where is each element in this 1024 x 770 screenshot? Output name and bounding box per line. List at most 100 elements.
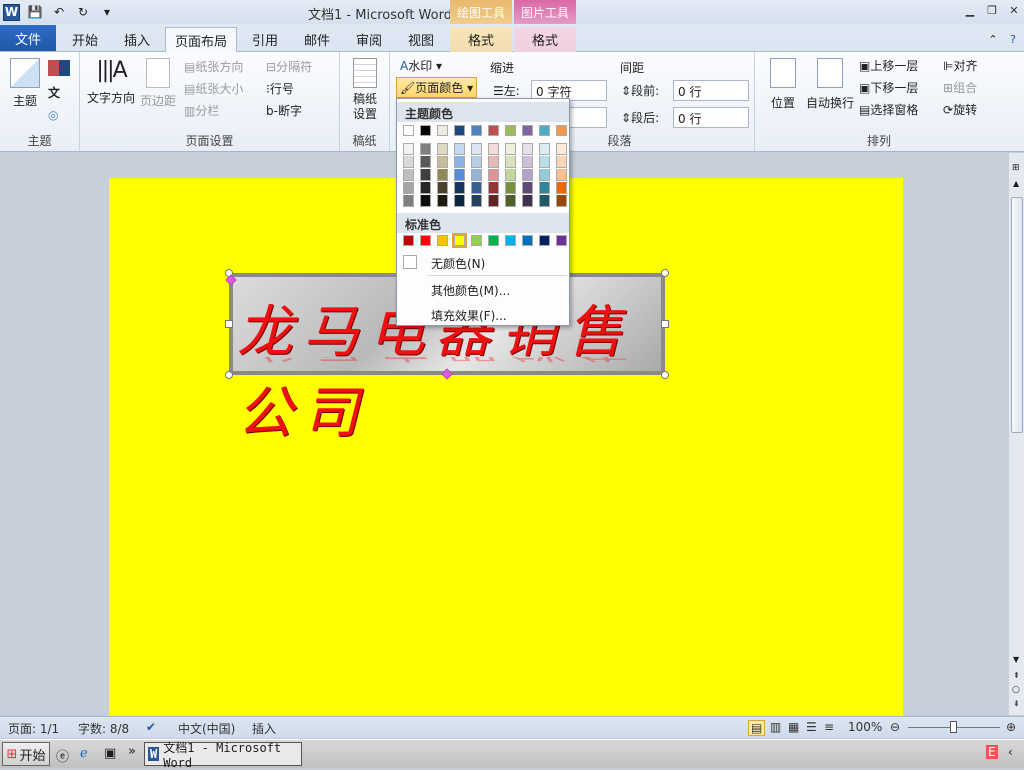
theme-shade-swatch[interactable] xyxy=(437,169,448,181)
group-button[interactable]: ⊞ 组合 xyxy=(943,79,977,96)
theme-shade-swatch[interactable] xyxy=(488,182,499,194)
theme-shade-swatch[interactable] xyxy=(488,195,499,207)
spacing-before-input[interactable]: 0 行 xyxy=(673,80,749,101)
scroll-down-icon[interactable]: ▼ xyxy=(1013,655,1019,664)
theme-shade-swatch[interactable] xyxy=(556,143,567,155)
vertical-scrollbar[interactable]: ⊞ ▲ ▼ ⇞ ○ ⇟ xyxy=(1008,153,1024,715)
theme-color-swatch[interactable] xyxy=(556,125,567,136)
theme-colors-icon[interactable] xyxy=(48,60,70,76)
send-backward-button[interactable]: ▣ 下移一层 xyxy=(859,79,918,96)
theme-shade-swatch[interactable] xyxy=(505,169,516,181)
theme-shade-swatch[interactable] xyxy=(522,182,533,194)
theme-shade-swatch[interactable] xyxy=(454,143,465,155)
theme-color-swatch[interactable] xyxy=(403,125,414,136)
size-button[interactable]: ▤ 纸张大小 xyxy=(184,80,243,97)
standard-color-swatch[interactable] xyxy=(539,235,550,246)
print-layout-icon[interactable]: ▤ xyxy=(748,720,766,736)
theme-color-swatch[interactable] xyxy=(539,125,550,136)
start-button[interactable]: ⊞ 开始 xyxy=(2,742,50,766)
theme-shade-swatch[interactable] xyxy=(471,143,482,155)
breaks-button[interactable]: ⊟ 分隔符 xyxy=(266,58,312,75)
theme-shade-swatch[interactable] xyxy=(454,195,465,207)
standard-color-swatch[interactable] xyxy=(505,235,516,246)
theme-shade-swatch[interactable] xyxy=(471,195,482,207)
tab-drawing-format[interactable]: 格式 xyxy=(450,27,512,52)
ie-quicklaunch-icon[interactable]: ⓔ xyxy=(56,746,69,765)
tab-file[interactable]: 文件 xyxy=(0,25,56,51)
standard-color-swatch[interactable] xyxy=(471,235,482,246)
insert-mode[interactable]: 插入 xyxy=(252,720,276,737)
theme-shade-swatch[interactable] xyxy=(539,156,550,168)
theme-shade-swatch[interactable] xyxy=(556,169,567,181)
theme-shade-swatch[interactable] xyxy=(420,182,431,194)
themes-button[interactable]: 主题 xyxy=(8,58,42,109)
tray-app-icon[interactable]: E xyxy=(986,745,998,759)
theme-shade-swatch[interactable] xyxy=(505,182,516,194)
theme-shade-swatch[interactable] xyxy=(556,156,567,168)
theme-shade-swatch[interactable] xyxy=(488,143,499,155)
theme-shade-swatch[interactable] xyxy=(437,182,448,194)
theme-shade-swatch[interactable] xyxy=(403,182,414,194)
web-layout-icon[interactable]: ▦ xyxy=(788,720,799,734)
theme-shade-swatch[interactable] xyxy=(437,156,448,168)
selection-pane-button[interactable]: ▤ 选择窗格 xyxy=(859,101,918,118)
full-screen-reading-icon[interactable]: ▥ xyxy=(770,720,781,734)
media-quicklaunch-icon[interactable]: ▣ xyxy=(104,746,116,761)
theme-shade-swatch[interactable] xyxy=(522,195,533,207)
orientation-button[interactable]: ▤ 纸张方向 xyxy=(184,58,243,75)
theme-color-swatch[interactable] xyxy=(420,125,431,136)
theme-color-swatch[interactable] xyxy=(505,125,516,136)
standard-color-swatch[interactable] xyxy=(403,235,414,246)
word-count[interactable]: 字数: 8/8 xyxy=(78,720,129,737)
theme-shade-swatch[interactable] xyxy=(403,169,414,181)
theme-color-swatch[interactable] xyxy=(488,125,499,136)
minimize-icon[interactable]: ▁ xyxy=(960,0,980,20)
line-numbers-button[interactable]: ⁝ 行号 xyxy=(266,80,294,97)
tab-references[interactable]: 引用 xyxy=(240,27,290,52)
theme-shade-swatch[interactable] xyxy=(539,169,550,181)
tab-insert[interactable]: 插入 xyxy=(112,27,162,52)
margins-button[interactable]: 页边距 xyxy=(138,58,178,109)
standard-color-swatch[interactable] xyxy=(437,235,448,246)
resize-handle[interactable] xyxy=(225,371,233,379)
draft-icon[interactable]: ≡ xyxy=(824,720,834,734)
theme-shade-swatch[interactable] xyxy=(505,195,516,207)
next-page-icon[interactable]: ⇟ xyxy=(1013,699,1020,708)
theme-shade-swatch[interactable] xyxy=(556,182,567,194)
bring-forward-button[interactable]: ▣ 上移一层 xyxy=(859,57,918,74)
theme-shade-swatch[interactable] xyxy=(454,182,465,194)
resize-handle[interactable] xyxy=(225,320,233,328)
theme-shade-swatch[interactable] xyxy=(522,143,533,155)
theme-shade-swatch[interactable] xyxy=(522,156,533,168)
theme-color-swatch[interactable] xyxy=(437,125,448,136)
taskbar-word-item[interactable]: W 文档1 - Microsoft Word xyxy=(144,741,302,770)
proofing-icon[interactable]: ✔ xyxy=(146,720,156,734)
align-button[interactable]: ⊫ 对齐 xyxy=(943,57,977,74)
help-icon[interactable]: ? xyxy=(1004,27,1022,52)
minimize-ribbon-icon[interactable]: ⌃ xyxy=(984,27,1002,52)
tab-view[interactable]: 视图 xyxy=(396,27,446,52)
theme-shade-swatch[interactable] xyxy=(454,156,465,168)
position-button[interactable]: 位置 xyxy=(765,58,801,111)
language[interactable]: 中文(中国) xyxy=(178,720,235,737)
watermark-button[interactable]: A 水印 ▾ xyxy=(400,57,442,74)
theme-shade-swatch[interactable] xyxy=(505,156,516,168)
theme-shade-swatch[interactable] xyxy=(437,143,448,155)
more-quicklaunch-icon[interactable]: » xyxy=(128,744,136,759)
zoom-in-icon[interactable]: ⊕ xyxy=(1006,720,1016,734)
text-direction-button[interactable]: |||A 文字方向 xyxy=(86,58,136,106)
theme-shade-swatch[interactable] xyxy=(522,169,533,181)
theme-color-swatch[interactable] xyxy=(522,125,533,136)
restore-icon[interactable]: ❐ xyxy=(982,0,1002,20)
tab-picture-format[interactable]: 格式 xyxy=(514,27,576,52)
theme-shade-swatch[interactable] xyxy=(420,156,431,168)
theme-shade-swatch[interactable] xyxy=(403,143,414,155)
zoom-level[interactable]: 100% xyxy=(848,720,882,734)
standard-color-swatch[interactable] xyxy=(522,235,533,246)
theme-shade-swatch[interactable] xyxy=(539,143,550,155)
scroll-thumb[interactable] xyxy=(1011,197,1023,433)
standard-color-swatch[interactable] xyxy=(420,235,431,246)
more-colors-item[interactable]: 其他颜色(M)... xyxy=(397,278,569,302)
theme-shade-swatch[interactable] xyxy=(488,156,499,168)
theme-shade-swatch[interactable] xyxy=(454,169,465,181)
